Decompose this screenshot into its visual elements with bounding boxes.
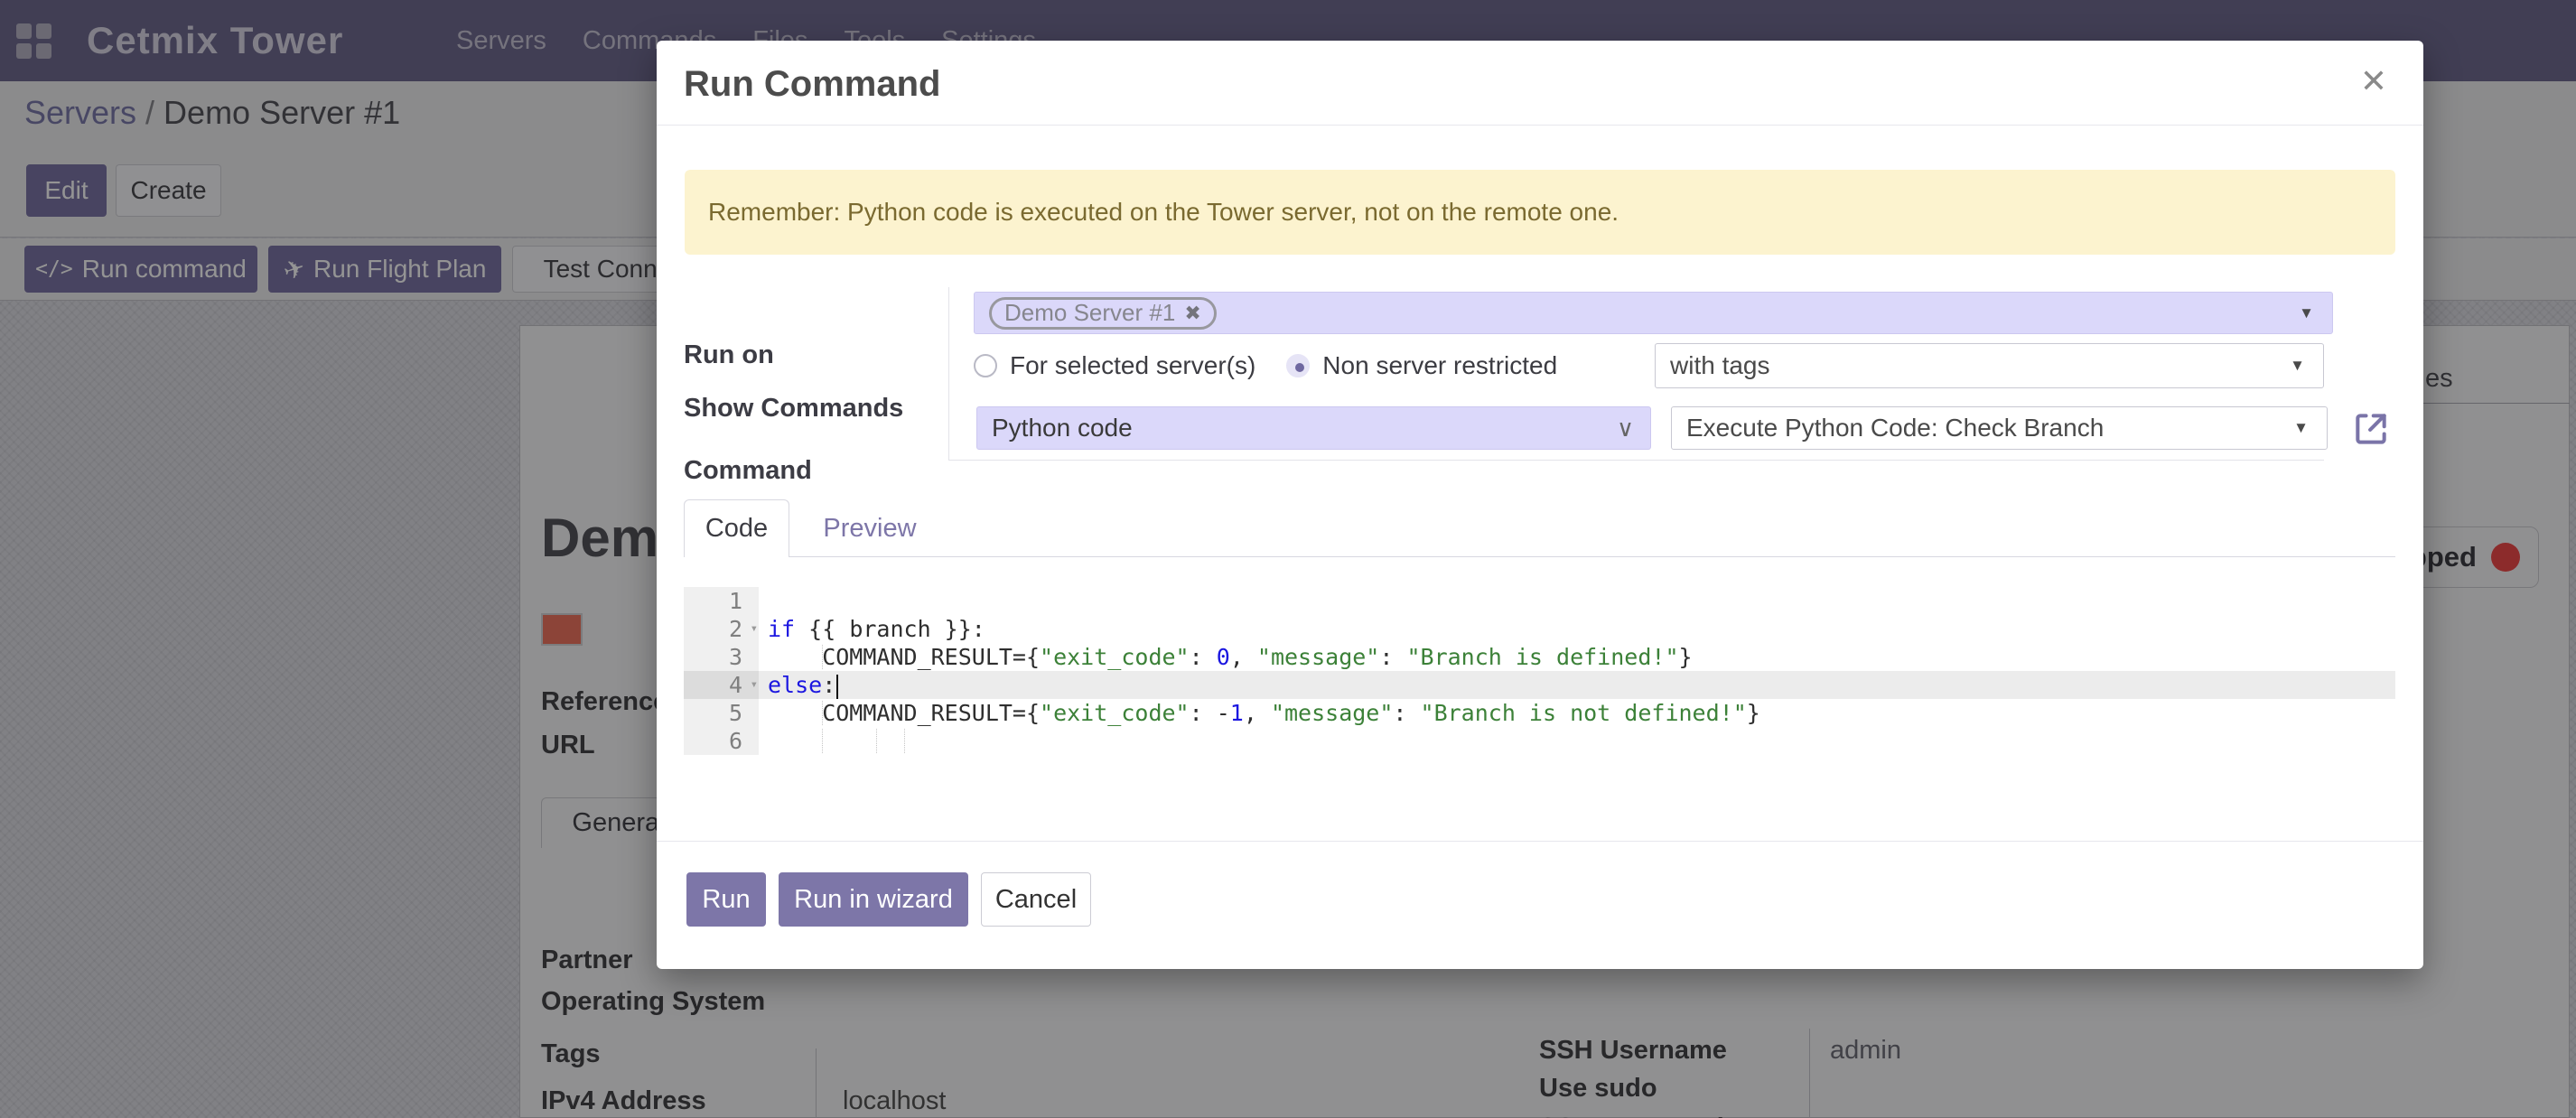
line-number: 1 [684,587,759,615]
warning-banner: Remember: Python code is executed on the… [685,170,2395,255]
code-token: } [1747,700,1760,726]
code-line-content: COMMAND_RESULT={"exit_code": -1, "messag… [759,699,2395,727]
radio-unchecked-icon[interactable] [974,354,997,377]
caret-down-icon: ▼ [2290,357,2305,375]
indent-guide [876,729,877,753]
modal-footer-divider [657,841,2423,842]
indent-guide [822,645,823,669]
code-token: 1 [1230,700,1244,726]
modal-header-divider [657,125,2423,126]
code-token: "message" [1271,700,1393,726]
server-tag-label: Demo Server #1 [1004,299,1175,327]
indent-guide [904,729,905,753]
code-token: "exit_code" [1040,644,1190,670]
run-command-modal: Run Command ✕ Remember: Python code is e… [657,41,2423,969]
text-cursor [836,675,838,699]
command-select[interactable]: Execute Python Code: Check Branch ▼ [1671,406,2328,450]
run-on-select[interactable]: Demo Server #1 ✖ ▼ [974,292,2333,334]
code-token: "Branch is defined!" [1406,644,1678,670]
indent-guide [822,729,823,753]
command-type-value: Python code [992,414,1133,443]
code-token: 0 [1217,644,1230,670]
code-line-2: 2▾if {{ branch }}: [684,615,2395,643]
screen: Cetmix Tower ServersCommandsFilesToolsSe… [0,0,2576,1118]
code-line-content: COMMAND_RESULT={"exit_code": 0, "message… [759,643,2395,671]
code-token: if [768,616,795,642]
close-icon[interactable]: ✕ [2360,62,2387,100]
code-token: : [1379,644,1406,670]
modal-title: Run Command [684,64,940,105]
code-line-5: 5 COMMAND_RESULT={"exit_code": -1, "mess… [684,699,2395,727]
code-token: , [1244,700,1271,726]
code-token: : - [1190,700,1230,726]
code-token: "Branch is not defined!" [1421,700,1747,726]
command-value: Execute Python Code: Check Branch [1686,414,2104,443]
code-line-3: 3 COMMAND_RESULT={"exit_code": 0, "messa… [684,643,2395,671]
command-type-select[interactable]: Python code ∨ [976,406,1651,450]
code-line-4: 4▾else: [684,671,2395,699]
show-commands-option-1[interactable]: Non server restricted [1286,351,1557,380]
line-number: 2▾ [684,615,759,643]
run-button[interactable]: Run [686,872,766,927]
external-link-icon[interactable] [2351,409,2391,449]
code-token: {{ branch }}: [795,616,985,642]
code-token: : [1393,700,1420,726]
code-token: else [768,672,822,698]
tag-remove-icon[interactable]: ✖ [1184,302,1200,325]
code-line-content [759,727,2395,755]
show-commands-label: Show Commands [684,394,903,424]
fold-icon[interactable]: ▾ [751,615,758,643]
radio-option-label: For selected server(s) [1010,351,1255,380]
tags-filter-select[interactable]: with tags ▼ [1655,343,2324,388]
fields-bottom-divider [948,460,2324,461]
code-token: "exit_code" [1040,700,1190,726]
line-number: 4▾ [684,671,759,699]
indent-guide [822,701,823,725]
fields-column-divider [948,287,949,460]
code-line-content: if {{ branch }}: [759,615,2395,643]
tab-underline [789,556,2395,557]
warning-text: Remember: Python code is executed on the… [708,198,1619,227]
server-tag: Demo Server #1 ✖ [989,297,1217,330]
line-number: 5 [684,699,759,727]
line-number: 6 [684,727,759,755]
radio-checked-icon[interactable] [1286,354,1310,377]
code-editor[interactable]: 12▾if {{ branch }}:3 COMMAND_RESULT={"ex… [684,587,2395,755]
code-line-6: 6 [684,727,2395,755]
code-token: : [1190,644,1217,670]
caret-down-icon: ▼ [2299,304,2314,322]
code-token: : [822,672,835,698]
run-on-label: Run on [684,340,774,370]
run-in-wizard-button[interactable]: Run in wizard [779,872,968,927]
tags-filter-value: with tags [1670,351,1770,380]
code-token: "message" [1257,644,1379,670]
code-token: COMMAND_RESULT={ [768,700,1040,726]
radio-option-label: Non server restricted [1322,351,1557,380]
code-token: } [1679,644,1693,670]
fold-icon[interactable]: ▾ [751,671,758,699]
show-commands-radio-group: For selected server(s) Non server restric… [974,343,1557,388]
show-commands-option-0[interactable]: For selected server(s) [974,351,1255,380]
caret-down-icon: ▼ [2293,419,2309,437]
code-line-content [759,587,2395,615]
code-line-1: 1 [684,587,2395,615]
chevron-down-icon: ∨ [1617,415,1634,443]
command-label: Command [684,456,812,486]
tab-preview[interactable]: Preview [811,499,929,557]
code-line-content: else: [759,671,2395,699]
code-token: , [1230,644,1257,670]
cancel-button[interactable]: Cancel [981,872,1091,927]
tab-code[interactable]: Code [684,499,789,557]
line-number: 3 [684,643,759,671]
code-token: COMMAND_RESULT={ [768,644,1040,670]
